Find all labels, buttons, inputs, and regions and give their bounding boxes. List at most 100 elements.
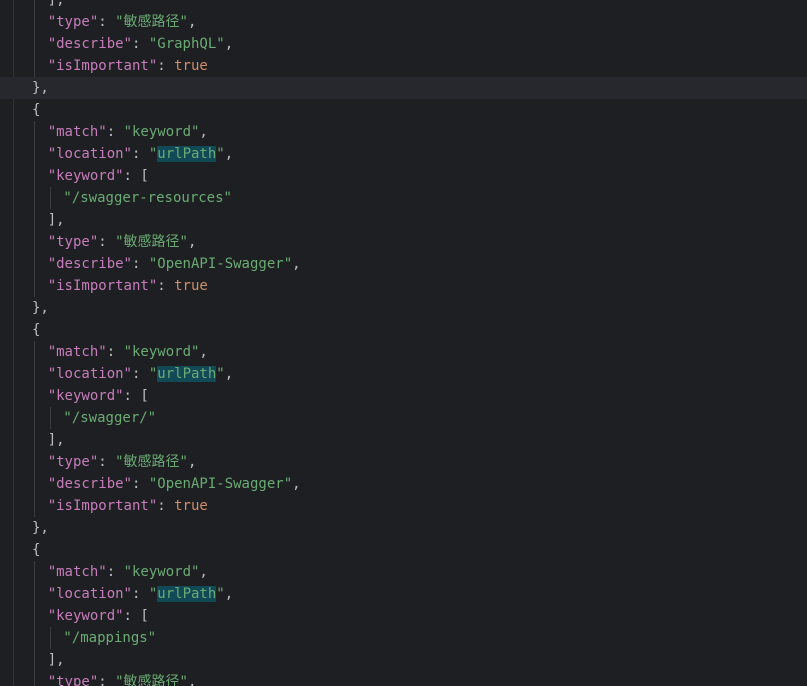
code-line[interactable]: "describe": "GraphQL", (0, 33, 807, 55)
code-line[interactable]: { (0, 319, 807, 341)
json-boolean: true (174, 278, 208, 294)
indent-guide (34, 231, 35, 253)
punctuation: ], (47, 432, 65, 448)
comma: , (199, 344, 208, 360)
code-text: "isImportant": true (48, 275, 208, 297)
code-line[interactable]: "type": "敏感路径", (0, 671, 807, 686)
json-string: "敏感路径" (115, 454, 188, 470)
json-key: "match" (47, 344, 107, 360)
json-string: "/swagger/" (63, 410, 157, 426)
code-line[interactable]: "keyword": [ (0, 385, 807, 407)
code-text: "keyword": [ (48, 605, 149, 627)
indent-guide (34, 275, 35, 297)
comma: , (187, 14, 197, 30)
code-text: ], (48, 429, 65, 451)
code-line[interactable]: ], (0, 209, 807, 231)
code-line[interactable]: ], (0, 649, 807, 671)
comma: , (224, 366, 234, 382)
indent-guide (34, 341, 35, 363)
code-line[interactable]: ], (0, 429, 807, 451)
code-line[interactable]: "match": "keyword", (0, 561, 807, 583)
comma: , (224, 146, 234, 162)
code-text: { (32, 319, 40, 341)
code-line[interactable]: "location": "urlPath", (0, 363, 807, 385)
code-line[interactable]: { (0, 539, 807, 561)
indent-guide (34, 187, 35, 209)
code-line[interactable]: "isImportant": true (0, 495, 807, 517)
code-text: "describe": "OpenAPI-Swagger", (48, 253, 301, 275)
search-match-highlight: urlPath (157, 586, 217, 602)
json-string: "keyword" (123, 344, 200, 360)
colon: : (106, 124, 124, 140)
indent-guide (34, 495, 35, 517)
code-line[interactable]: { (0, 99, 807, 121)
code-text: ], (48, 0, 65, 11)
code-line[interactable]: ], (0, 0, 807, 11)
colon: : (123, 168, 141, 184)
indent-guide (34, 0, 35, 11)
code-editor[interactable]: ], "type": "敏感路径", "describe": "GraphQL", "… (0, 0, 807, 686)
code-line[interactable]: }, (0, 297, 807, 319)
json-key: "location" (47, 146, 132, 162)
code-line[interactable]: "match": "keyword", (0, 341, 807, 363)
quote: " (216, 366, 225, 382)
code-line[interactable]: "describe": "OpenAPI-Swagger", (0, 473, 807, 495)
comma: , (199, 564, 208, 580)
code-line[interactable]: "type": "敏感路径", (0, 231, 807, 253)
code-text: "location": "urlPath", (48, 143, 233, 165)
code-text: "/mappings" (63, 627, 156, 649)
search-match-highlight: urlPath (157, 146, 217, 162)
indent-guide (34, 649, 35, 671)
code-line[interactable]: }, (0, 517, 807, 539)
indent-guide (34, 385, 35, 407)
code-line[interactable]: "/mappings" (0, 627, 807, 649)
json-string: "/swagger-resources" (63, 190, 232, 206)
colon: : (157, 498, 175, 514)
json-key: "match" (47, 564, 107, 580)
comma: , (187, 234, 197, 250)
indent-guide (34, 165, 35, 187)
json-key: "type" (47, 234, 99, 250)
colon: : (131, 586, 149, 602)
search-match-highlight: urlPath (157, 366, 217, 382)
colon: : (98, 234, 116, 250)
colon: : (131, 366, 149, 382)
bracket: [ (140, 608, 149, 624)
code-text: "describe": "GraphQL", (48, 33, 233, 55)
code-line[interactable]: "type": "敏感路径", (0, 11, 807, 33)
code-line[interactable]: "keyword": [ (0, 165, 807, 187)
code-text: "/swagger-resources" (63, 187, 232, 209)
json-key: "type" (47, 14, 99, 30)
json-boolean: true (174, 58, 208, 74)
json-key: "isImportant" (47, 498, 158, 514)
code-line[interactable]: }, (0, 77, 807, 99)
code-line[interactable]: "location": "urlPath", (0, 583, 807, 605)
bracket: [ (140, 388, 149, 404)
colon: : (131, 256, 149, 272)
indent-guide (34, 11, 35, 33)
code-line[interactable]: "/swagger/" (0, 407, 807, 429)
code-line[interactable]: "match": "keyword", (0, 121, 807, 143)
json-key: "match" (47, 124, 107, 140)
json-key: "type" (47, 454, 99, 470)
comma: , (199, 124, 208, 140)
json-string: "keyword" (123, 564, 200, 580)
code-line[interactable]: "isImportant": true (0, 275, 807, 297)
punctuation: { (32, 542, 41, 558)
code-line[interactable]: "location": "urlPath", (0, 143, 807, 165)
json-key: "keyword" (47, 608, 124, 624)
colon: : (131, 476, 149, 492)
code-text: "isImportant": true (48, 55, 208, 77)
indent-guide (34, 363, 35, 385)
indent-guide (34, 473, 35, 495)
code-line[interactable]: "type": "敏感路径", (0, 451, 807, 473)
code-line[interactable]: "/swagger-resources" (0, 187, 807, 209)
code-line[interactable]: "keyword": [ (0, 605, 807, 627)
code-line[interactable]: "isImportant": true (0, 55, 807, 77)
code-line[interactable]: "describe": "OpenAPI-Swagger", (0, 253, 807, 275)
bracket: [ (140, 168, 149, 184)
code-text: "type": "敏感路径", (48, 671, 197, 686)
json-string: "GraphQL" (148, 36, 225, 52)
json-key: "keyword" (47, 168, 124, 184)
colon: : (123, 388, 141, 404)
